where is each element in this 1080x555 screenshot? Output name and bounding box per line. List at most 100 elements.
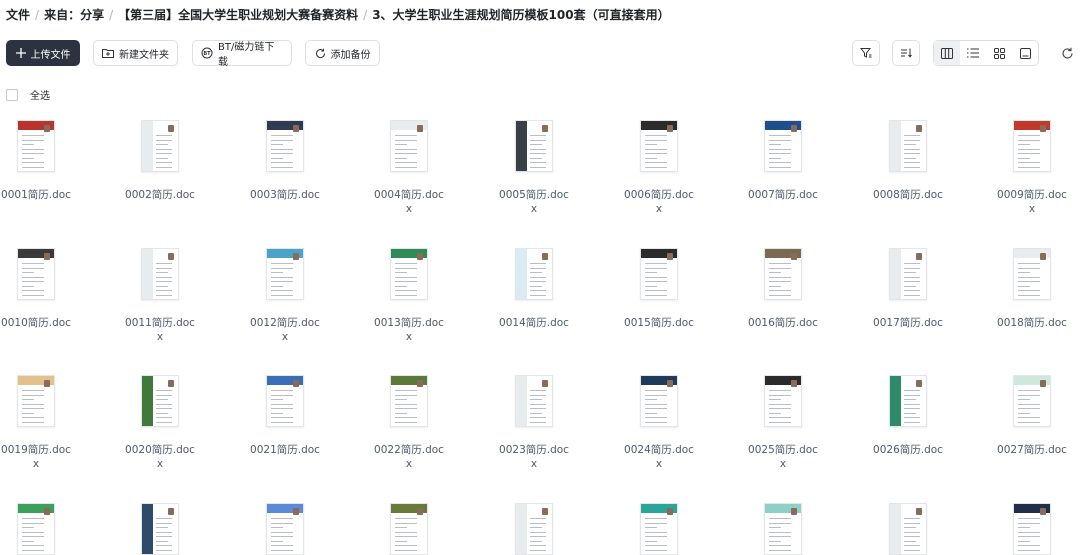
file-item[interactable]: 0002简历.doc	[105, 120, 215, 202]
file-item[interactable]: 0003简历.doc	[230, 120, 340, 202]
view-columns-button[interactable]	[934, 41, 960, 65]
refresh-icon	[1061, 47, 1073, 59]
breadcrumb: 文件 / 来自：分享 / 【第三届】全国大学生职业规划大赛备赛资料 / 3、大学生职业生涯规…	[6, 6, 670, 23]
sort-button[interactable]	[892, 40, 920, 66]
file-item[interactable]	[604, 503, 714, 555]
file-name: 0017简历.doc	[873, 317, 943, 329]
file-item[interactable]: 0025简历.doc x	[728, 375, 838, 471]
file-item[interactable]: 0020简历.doc x	[105, 375, 215, 471]
file-item[interactable]	[230, 503, 340, 555]
doc-thumbnail	[889, 248, 927, 300]
file-item[interactable]: 0001简历.doc	[0, 120, 91, 202]
file-name-continuation: x	[156, 458, 164, 470]
file-name-continuation: x	[405, 203, 413, 215]
doc-thumbnail	[640, 503, 678, 555]
file-item[interactable]	[853, 503, 963, 555]
bt-magnet-icon: BT	[201, 47, 213, 59]
view-grid-button[interactable]	[986, 41, 1012, 65]
file-item[interactable]: 0008简历.doc	[853, 120, 963, 202]
new-folder-button[interactable]: 新建文件夹	[93, 40, 178, 66]
file-name-continuation: x	[655, 458, 663, 470]
file-name-continuation: x	[32, 458, 40, 470]
file-item[interactable]: 0012简历.doc x	[230, 248, 340, 344]
doc-thumbnail	[17, 375, 55, 427]
file-item[interactable]	[479, 503, 589, 555]
file-item[interactable]: 0013简历.doc x	[354, 248, 464, 344]
file-item[interactable]: 0017简历.doc	[853, 248, 963, 330]
doc-thumbnail	[266, 120, 304, 172]
file-item[interactable]: 0007简历.doc	[728, 120, 838, 202]
file-item[interactable]	[728, 503, 838, 555]
doc-thumbnail	[1013, 248, 1051, 300]
doc-thumbnail	[141, 120, 179, 172]
doc-thumbnail	[640, 120, 678, 172]
doc-thumbnail	[889, 120, 927, 172]
file-item[interactable]: 0015简历.doc	[604, 248, 714, 330]
file-item[interactable]: 0021简历.doc	[230, 375, 340, 457]
doc-thumbnail	[17, 248, 55, 300]
doc-thumbnail	[390, 503, 428, 555]
file-item[interactable]: 0027简历.doc	[977, 375, 1080, 457]
file-item[interactable]: 0019简历.doc x	[0, 375, 91, 471]
doc-thumbnail	[640, 375, 678, 427]
file-item[interactable]	[105, 503, 215, 555]
file-item[interactable]: 0024简历.doc x	[604, 375, 714, 471]
file-item[interactable]	[354, 503, 464, 555]
file-name: 0014简历.doc	[499, 317, 569, 329]
file-item[interactable]: 0026简历.doc	[853, 375, 963, 457]
grid-icon	[993, 47, 1005, 59]
refresh-button[interactable]	[1054, 40, 1080, 66]
breadcrumb-item-folder[interactable]: 【第三届】全国大学生职业规划大赛备赛资料	[118, 8, 358, 22]
svg-text:BT: BT	[203, 51, 211, 57]
file-item[interactable]: 0023简历.doc x	[479, 375, 589, 471]
doc-thumbnail	[515, 503, 553, 555]
file-item[interactable]	[0, 503, 91, 555]
file-name: 0019简历.doc	[1, 444, 71, 456]
file-name-continuation: x	[655, 203, 663, 215]
file-item[interactable]: 0009简历.doc x	[977, 120, 1080, 216]
bt-download-button[interactable]: BT BT/磁力链下载	[192, 40, 292, 68]
file-name-continuation: x	[281, 331, 289, 343]
file-name: 0002简历.doc	[125, 189, 195, 201]
doc-thumbnail	[266, 503, 304, 555]
file-name: 0013简历.doc	[374, 317, 444, 329]
view-thumbnail-button[interactable]	[1012, 41, 1038, 65]
doc-thumbnail	[640, 248, 678, 300]
doc-thumbnail	[390, 375, 428, 427]
file-name-continuation: x	[1028, 203, 1036, 215]
file-item[interactable]	[977, 503, 1080, 555]
file-item[interactable]: 0006简历.doc x	[604, 120, 714, 216]
file-name: 0027简历.doc	[997, 444, 1067, 456]
file-item[interactable]: 0014简历.doc	[479, 248, 589, 330]
file-item[interactable]: 0005简历.doc x	[479, 120, 589, 216]
file-name: 0001简历.doc	[1, 189, 71, 201]
view-list-button[interactable]	[960, 41, 986, 65]
add-backup-button[interactable]: 添加备份	[305, 40, 380, 66]
select-all-label: 全选	[30, 91, 50, 102]
file-item[interactable]: 0022简历.doc x	[354, 375, 464, 471]
breadcrumb-item-files[interactable]: 文件	[6, 8, 30, 22]
breadcrumb-separator: /	[35, 8, 40, 22]
file-item[interactable]: 0004简历.doc x	[354, 120, 464, 216]
thumbnail-icon	[1019, 47, 1031, 59]
breadcrumb-separator: /	[363, 8, 368, 22]
filter-button[interactable]	[852, 40, 880, 66]
doc-thumbnail	[141, 375, 179, 427]
file-item[interactable]: 0016简历.doc	[728, 248, 838, 330]
file-name: 0021简历.doc	[250, 444, 320, 456]
doc-thumbnail	[764, 248, 802, 300]
file-name: 0008简历.doc	[873, 189, 943, 201]
list-icon	[967, 48, 979, 58]
doc-thumbnail	[141, 248, 179, 300]
file-name: 0007简历.doc	[748, 189, 818, 201]
select-all[interactable]: 全选	[6, 87, 50, 102]
file-item[interactable]: 0018简历.doc	[977, 248, 1080, 330]
file-item[interactable]: 0011简历.doc x	[105, 248, 215, 344]
select-all-checkbox[interactable]	[6, 88, 18, 101]
file-item[interactable]: 0010简历.doc	[0, 248, 91, 330]
upload-button[interactable]: 上传文件	[6, 40, 80, 66]
file-name: 0010简历.doc	[1, 317, 71, 329]
doc-thumbnail	[515, 375, 553, 427]
doc-thumbnail	[141, 503, 179, 555]
breadcrumb-item-shared[interactable]: 来自：分享	[44, 8, 104, 22]
